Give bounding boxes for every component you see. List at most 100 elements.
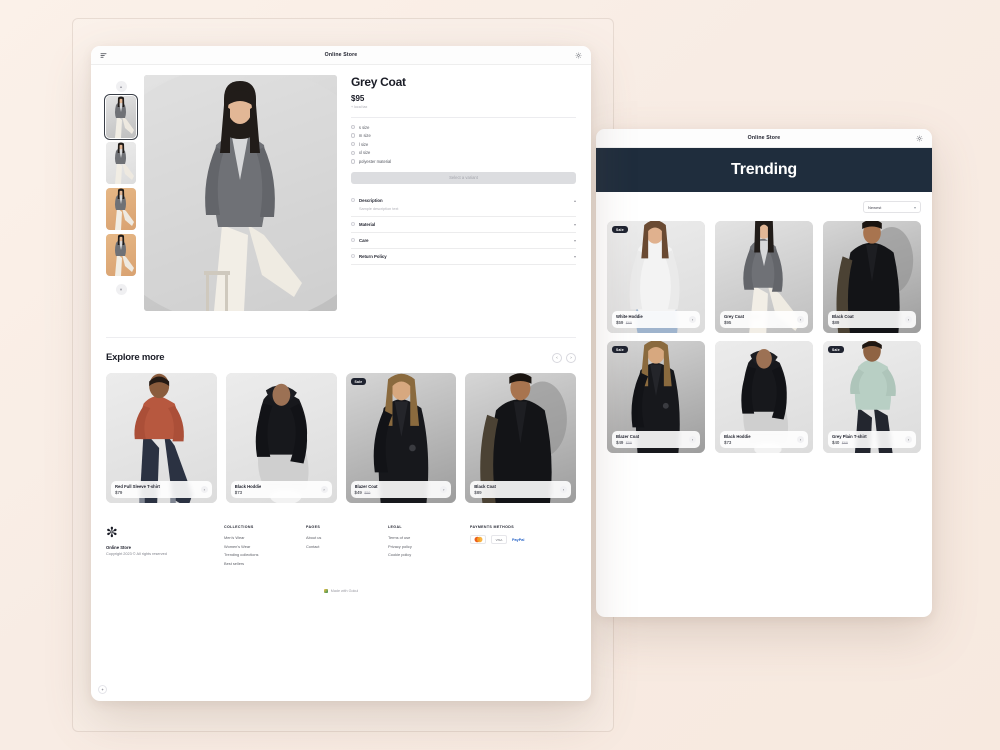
product-card[interactable]: Grey Coat $95 › bbox=[715, 221, 813, 333]
footer-link[interactable]: Best sellers bbox=[224, 561, 306, 566]
footer-link-columns: COLLECTIONS Men's Wear Women's Wear Trendi… bbox=[224, 525, 470, 569]
accordion-item[interactable]: Return Policy ▾ bbox=[351, 249, 576, 265]
footer-link[interactable]: Cookie policy bbox=[388, 552, 470, 557]
chevron-right-icon[interactable]: › bbox=[689, 435, 696, 443]
product-price: $49 bbox=[616, 439, 624, 445]
sale-badge: Sale bbox=[612, 346, 628, 353]
product-price: $89 bbox=[474, 489, 482, 495]
footer-link[interactable]: Terms of use bbox=[388, 535, 470, 540]
product-card[interactable]: Sale Blazer Coat $49 $59 › bbox=[345, 373, 457, 503]
footer-link[interactable]: Contact bbox=[306, 544, 388, 549]
product-settings-button[interactable] bbox=[575, 52, 582, 59]
product-card-name: Red Full Sleeve T-shirt bbox=[115, 483, 160, 489]
divider bbox=[351, 116, 576, 118]
made-with-badge[interactable]: Made with Gokul bbox=[91, 589, 591, 594]
product-hero-image[interactable] bbox=[144, 75, 337, 311]
chevron-left-icon: ‹ bbox=[556, 355, 558, 360]
product-card-name: Blazer Coat bbox=[616, 433, 640, 439]
sort-select[interactable]: Newest ▾ bbox=[863, 201, 921, 213]
sparkle-icon: ✦ bbox=[100, 687, 105, 692]
product-price: $95 bbox=[351, 94, 365, 103]
product-card[interactable]: Red Full Sleeve T-shirt $79 › bbox=[106, 373, 217, 503]
footer-column-2: PAGES About us Contact bbox=[306, 525, 388, 569]
variant-option-4[interactable]: xl size bbox=[351, 150, 576, 155]
add-to-cart-button[interactable]: Select a variant bbox=[351, 171, 576, 184]
chevron-right-icon[interactable]: › bbox=[560, 485, 567, 493]
chevron-down-icon[interactable]: ▾ bbox=[574, 254, 576, 259]
menu-button[interactable] bbox=[100, 52, 107, 59]
thumbnail-3[interactable] bbox=[106, 188, 136, 230]
thumbnail-2[interactable] bbox=[106, 142, 136, 184]
thumbnail-1[interactable] bbox=[104, 94, 138, 140]
product-card-prices: $49 $59 bbox=[616, 440, 639, 445]
product-card-info: Black Hoddie $73 › bbox=[230, 480, 332, 498]
variant-option-3[interactable]: l size bbox=[351, 142, 576, 147]
trending-titlebar: Online Store bbox=[596, 129, 932, 148]
product-price: $73 bbox=[724, 439, 732, 445]
product-card-info: Black Coat $89 › bbox=[470, 480, 571, 498]
variant-option-label: s size bbox=[358, 124, 370, 130]
chevron-down-icon[interactable]: ▾ bbox=[574, 222, 576, 227]
variant-option-2[interactable]: m size bbox=[351, 133, 576, 138]
carousel-prev-button[interactable]: ‹ bbox=[552, 352, 562, 363]
product-card-info: White Hoddie $59 $69 › bbox=[612, 310, 700, 328]
accordion-header[interactable]: Care ▾ bbox=[351, 238, 576, 243]
accordion-item[interactable]: Description ▴ Sample description text bbox=[351, 193, 576, 217]
accordion-item[interactable]: Care ▾ bbox=[351, 233, 576, 249]
accordion-body: Sample description text bbox=[359, 206, 399, 211]
product-card[interactable]: Sale Blazer Coat $49 $59 › bbox=[607, 341, 705, 453]
product-info: Grey Coat $95 + local tax s size m size … bbox=[345, 75, 576, 311]
variant-option-5[interactable]: polyester material bbox=[351, 159, 576, 164]
site-footer: ✼ Online Store Copyright 2023 © All righ… bbox=[91, 503, 591, 569]
product-detail-body: ▴ ▾ Grey Coat $95 + local tax s size m s… bbox=[91, 65, 591, 338]
chevron-right-icon[interactable]: › bbox=[797, 315, 804, 323]
footer-link[interactable]: Women's Wear bbox=[224, 544, 306, 549]
asterisk-logo-icon: ✼ bbox=[106, 524, 118, 540]
product-card-info: Grey Plain T-shirt $40 $69 › bbox=[828, 430, 916, 448]
chevron-down-icon: ▾ bbox=[913, 204, 916, 210]
chevron-right-icon[interactable]: › bbox=[905, 435, 912, 443]
payment-method-row: VISA PayPal bbox=[470, 535, 524, 544]
chevron-right-icon[interactable]: › bbox=[440, 485, 448, 493]
accordion-item[interactable]: Material ▾ bbox=[351, 217, 576, 233]
radio-icon bbox=[351, 150, 356, 155]
product-card-info: Black Hoddie $73 › bbox=[720, 430, 808, 448]
chevron-right-icon[interactable]: › bbox=[905, 315, 912, 323]
footer-link[interactable]: Privacy policy bbox=[388, 544, 470, 549]
thumbnail-rail: ▴ ▾ bbox=[104, 75, 138, 311]
visa-icon: VISA bbox=[491, 535, 507, 544]
product-card-name: Grey Coat bbox=[724, 313, 745, 319]
accordion-header[interactable]: Return Policy ▾ bbox=[351, 254, 576, 259]
product-old-price: $69 bbox=[841, 440, 848, 445]
chevron-right-icon[interactable]: › bbox=[320, 485, 328, 493]
product-card[interactable]: Sale Grey Plain T-shirt $40 $69 › bbox=[823, 341, 921, 453]
footer-link[interactable]: Trending collections bbox=[224, 552, 306, 557]
chevron-right-icon[interactable]: › bbox=[797, 435, 804, 443]
product-card[interactable]: Black Coat $89 › bbox=[465, 373, 576, 503]
sparkle-icon bbox=[323, 589, 328, 594]
trending-hero: Trending bbox=[596, 148, 932, 192]
help-button[interactable]: ✦ bbox=[98, 685, 107, 694]
product-price: $49 bbox=[354, 489, 362, 495]
footer-link[interactable]: About us bbox=[306, 535, 388, 540]
product-card[interactable]: Black Hoddie $73 › bbox=[715, 341, 813, 453]
product-card-prices: $73 bbox=[235, 490, 262, 495]
chevron-right-icon[interactable]: › bbox=[689, 315, 696, 323]
variant-option-1[interactable]: s size bbox=[351, 125, 576, 130]
product-card[interactable]: Sale White Hoddie $59 $69 › bbox=[607, 221, 705, 333]
thumbnail-up-button[interactable]: ▴ bbox=[115, 81, 127, 92]
radio-icon bbox=[351, 141, 356, 147]
thumbnail-4[interactable] bbox=[106, 234, 136, 276]
footer-column-3: LEGAL Terms of use Privacy policy Cookie p… bbox=[388, 525, 470, 569]
accordion-title: Description bbox=[359, 197, 383, 203]
carousel-next-button[interactable]: › bbox=[566, 352, 576, 363]
thumbnail-down-button[interactable]: ▾ bbox=[115, 284, 127, 295]
chevron-down-icon[interactable]: ▾ bbox=[574, 238, 576, 243]
chevron-up-icon[interactable]: ▴ bbox=[574, 198, 576, 203]
product-card[interactable]: Black Hoddie $73 › bbox=[225, 373, 337, 503]
accordion-header[interactable]: Material ▾ bbox=[351, 222, 576, 227]
footer-link[interactable]: Men's Wear bbox=[224, 535, 306, 540]
chevron-right-icon[interactable]: › bbox=[200, 485, 208, 493]
trending-settings-button[interactable] bbox=[916, 135, 923, 142]
product-card[interactable]: Black Coat $89 › bbox=[823, 221, 921, 333]
